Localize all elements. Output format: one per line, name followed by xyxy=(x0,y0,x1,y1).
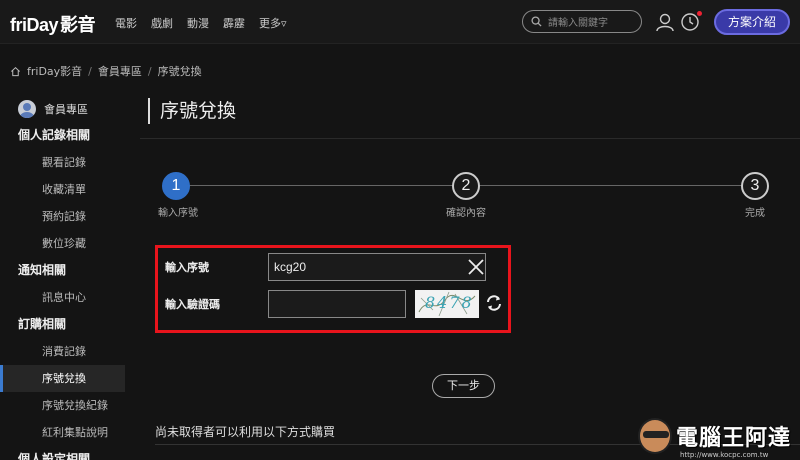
watermark-mascot-icon xyxy=(638,418,672,454)
home-icon[interactable] xyxy=(10,66,21,77)
watermark-url: http://www.kocpc.com.tw xyxy=(680,451,769,459)
sidebar-item-favorites[interactable]: 收藏清單 xyxy=(0,176,130,203)
step-2-circle: 2 xyxy=(452,172,480,200)
logo-text: friDay xyxy=(10,15,59,35)
nav-item-anime[interactable]: 動漫 xyxy=(187,15,209,31)
refresh-icon[interactable] xyxy=(485,294,503,312)
page-title: 序號兌換 xyxy=(148,98,236,124)
step-3-label: 完成 xyxy=(745,208,765,219)
step-3-circle: 3 xyxy=(741,172,769,200)
captcha-input[interactable] xyxy=(268,290,406,318)
sidebar-item-message-center[interactable]: 訊息中心 xyxy=(0,284,130,311)
sidebar-item-watch-history[interactable]: 觀看記錄 xyxy=(0,149,130,176)
sidebar-section-notifications: 通知相關 xyxy=(18,263,67,277)
breadcrumb: friDay影音 / 會員專區 / 序號兌換 xyxy=(10,63,202,79)
sidebar-section-settings: 個人設定相關 xyxy=(18,452,91,460)
sidebar-item-bonus-points[interactable]: 紅利集點說明 xyxy=(0,419,130,446)
user-icon[interactable] xyxy=(655,12,675,32)
sidebar-item-purchase-history[interactable]: 消費記錄 xyxy=(0,338,130,365)
notification-dot xyxy=(697,11,702,16)
friday-logo[interactable]: friDay 影音 xyxy=(10,11,96,37)
sidebar-item-reservations[interactable]: 預約記錄 xyxy=(0,203,130,230)
top-bar: friDay 影音 電影 戲劇 動漫 霹靂 更多▿ 請輸入關鍵字 方案介紹 xyxy=(0,0,800,44)
breadcrumb-member[interactable]: 會員專區 xyxy=(98,63,142,79)
nav-item-pili[interactable]: 霹靂 xyxy=(223,15,245,31)
sidebar-item-redeem-code[interactable]: 序號兌換 xyxy=(0,365,125,392)
breadcrumb-separator: / xyxy=(147,64,152,78)
watermark-text: 電腦王阿達 xyxy=(676,426,792,451)
next-step-button[interactable]: 下一步 xyxy=(432,374,495,398)
purchase-note: 尚未取得者可以利用以下方式購買 xyxy=(155,425,336,439)
divider xyxy=(140,138,800,139)
breadcrumb-separator: / xyxy=(88,64,92,78)
step-1-circle: 1 xyxy=(162,172,190,200)
sidebar-item-digital-collection[interactable]: 數位珍藏 xyxy=(0,230,130,257)
serial-label: 輸入序號 xyxy=(165,261,209,274)
sidebar: 會員專區 個人記錄相關 觀看記錄 收藏清單 預約記錄 數位珍藏 通知相關 訊息中… xyxy=(0,96,130,460)
search-box[interactable]: 請輸入關鍵字 xyxy=(522,10,642,33)
serial-input[interactable]: kcg20 xyxy=(268,253,486,281)
main-nav: 電影 戲劇 動漫 霹靂 更多▿ xyxy=(115,15,287,31)
breadcrumb-current: 序號兌換 xyxy=(157,65,202,78)
nav-item-movies[interactable]: 電影 xyxy=(115,15,137,31)
nav-item-more[interactable]: 更多▿ xyxy=(259,15,287,31)
logo-cn-text: 影音 xyxy=(60,15,96,35)
sidebar-member-header[interactable]: 會員專區 xyxy=(0,96,130,122)
captcha-label: 輸入驗證碼 xyxy=(165,298,220,311)
step-2-label: 確認內容 xyxy=(446,208,486,219)
search-icon xyxy=(531,16,542,27)
plan-intro-button[interactable]: 方案介紹 xyxy=(714,9,790,35)
sidebar-section-personal: 個人記錄相關 xyxy=(18,128,91,142)
close-icon[interactable] xyxy=(466,257,486,277)
avatar xyxy=(18,100,36,118)
sidebar-section-orders: 訂購相關 xyxy=(18,317,67,331)
search-placeholder: 請輸入關鍵字 xyxy=(548,18,608,29)
watermark: 電腦王阿達 http://www.kocpc.com.tw xyxy=(628,410,800,460)
captcha-image: 8478 xyxy=(415,290,479,318)
breadcrumb-home[interactable]: friDay影音 xyxy=(27,63,82,79)
sidebar-item-redeem-history[interactable]: 序號兌換紀錄 xyxy=(0,392,130,419)
captcha-text: 8478 xyxy=(425,293,474,312)
sidebar-member-label: 會員專區 xyxy=(44,103,88,116)
step-1-label: 輸入序號 xyxy=(158,208,198,219)
nav-item-dramas[interactable]: 戲劇 xyxy=(151,15,173,31)
